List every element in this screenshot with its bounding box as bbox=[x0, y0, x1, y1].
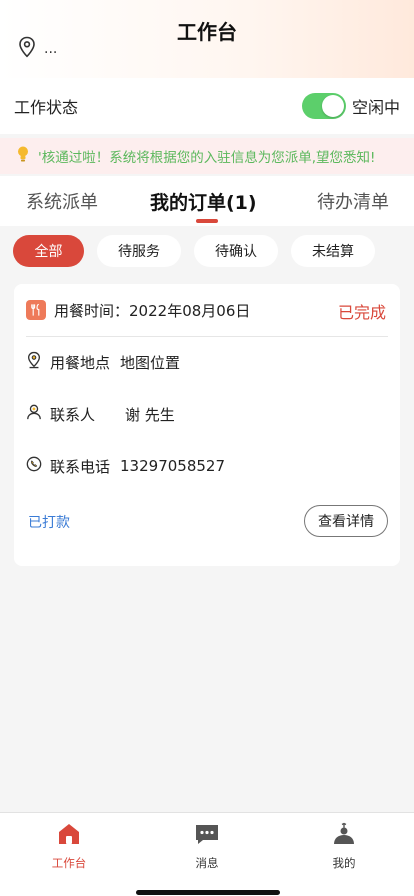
view-details-button[interactable]: 查看详情 bbox=[304, 505, 388, 537]
order-contact-row: 联系人 谢 先生 bbox=[26, 402, 175, 426]
order-contact-label: 联系人 bbox=[50, 405, 96, 424]
phone-icon bbox=[26, 456, 42, 476]
work-status-toggle-group: 空闲中 bbox=[301, 93, 400, 119]
work-status-value: 空闲中 bbox=[351, 98, 400, 117]
card-divider bbox=[26, 336, 388, 337]
work-status-label: 工作状态 bbox=[14, 98, 79, 117]
work-status-toggle[interactable] bbox=[301, 93, 346, 119]
work-status-bar: 工作状态 空闲中 bbox=[0, 78, 414, 134]
order-card: 用餐时间： 2022年08月06日 已完成 用餐地点 地图位置 联系人 谢 先生… bbox=[14, 284, 400, 566]
tab-my-orders[interactable]: 我的订单(1) bbox=[150, 188, 257, 215]
active-tab-indicator bbox=[196, 219, 218, 223]
header: 工作台 ... bbox=[0, 0, 414, 78]
notice-text: '核通过啦！系统将根据您的入驻信息为您派单,望您悉知! bbox=[38, 150, 376, 166]
person-icon bbox=[26, 403, 42, 425]
toggle-knob bbox=[321, 95, 344, 117]
filter-unsettled[interactable]: 未结算 bbox=[291, 235, 375, 267]
lightbulb-icon bbox=[16, 145, 30, 167]
page-title: 工作台 bbox=[177, 20, 237, 44]
tab-todo-list[interactable]: 待办清单 bbox=[317, 188, 389, 214]
filter-pending-confirm[interactable]: 待确认 bbox=[194, 235, 278, 267]
home-icon bbox=[56, 821, 82, 851]
filter-all[interactable]: 全部 bbox=[13, 235, 84, 267]
order-phone-label: 联系电话 bbox=[50, 457, 111, 476]
order-phone-value[interactable]: 13297058527 bbox=[120, 457, 225, 475]
location-selector[interactable]: ... bbox=[18, 36, 58, 62]
filter-pending-service[interactable]: 待服务 bbox=[97, 235, 181, 267]
nav-item-profile[interactable]: 我的 bbox=[304, 821, 384, 871]
nav-item-messages[interactable]: 消息 bbox=[167, 821, 247, 871]
order-phone-row: 联系电话 13297058527 bbox=[26, 454, 225, 478]
order-time-row: 用餐时间： 2022年08月06日 bbox=[26, 298, 250, 322]
location-text: ... bbox=[44, 41, 58, 57]
order-tabs: 系统派单 我的订单(1) 待办清单 bbox=[0, 176, 414, 226]
nav-label-profile: 我的 bbox=[332, 856, 356, 870]
tab-system-dispatch[interactable]: 系统派单 bbox=[26, 188, 98, 214]
order-place-row: 用餐地点 地图位置 bbox=[26, 350, 180, 374]
home-indicator bbox=[136, 890, 280, 895]
order-status-badge: 已完成 bbox=[337, 303, 386, 322]
order-filters: 全部 待服务 待确认 未结算 bbox=[0, 226, 414, 276]
profile-icon bbox=[331, 821, 357, 851]
nav-label-messages: 消息 bbox=[195, 856, 219, 870]
order-contact-value: 谢 先生 bbox=[125, 405, 175, 424]
nav-item-workbench[interactable]: 工作台 bbox=[29, 821, 109, 871]
nav-label-workbench: 工作台 bbox=[51, 856, 87, 870]
notice-banner: '核通过啦！系统将根据您的入驻信息为您派单,望您悉知! bbox=[0, 138, 414, 174]
location-pin-icon bbox=[18, 36, 36, 62]
order-place-value[interactable]: 地图位置 bbox=[120, 352, 180, 373]
map-pin-icon bbox=[26, 351, 42, 373]
order-time-label: 用餐时间： bbox=[54, 301, 130, 320]
bottom-nav: 工作台 消息 我的 bbox=[0, 812, 414, 896]
payment-status: 已打款 bbox=[28, 515, 70, 531]
order-place-label: 用餐地点 bbox=[50, 353, 111, 372]
utensils-icon bbox=[26, 300, 46, 320]
message-icon bbox=[194, 821, 220, 851]
order-time-value: 2022年08月06日 bbox=[129, 301, 251, 320]
